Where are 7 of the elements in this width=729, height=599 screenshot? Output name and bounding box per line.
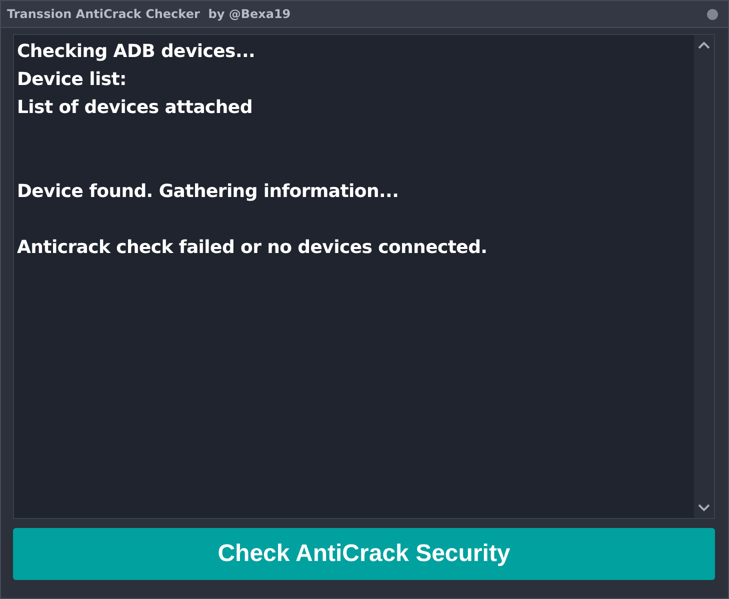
log-output: Checking ADB devices... Device list: List of devices attached Device found. Gathering information... Anticrack check failed or no devices connected. <box>17 40 488 260</box>
check-security-button[interactable]: Check AntiCrack Security <box>13 528 715 580</box>
scrollbar[interactable] <box>694 35 714 518</box>
scroll-down-icon[interactable] <box>698 504 710 512</box>
window-title: Transsion AntiCrack Checker by @Bexa19 <box>7 7 291 21</box>
window-dot-icon[interactable] <box>707 8 718 20</box>
scroll-up-icon[interactable] <box>698 41 710 49</box>
